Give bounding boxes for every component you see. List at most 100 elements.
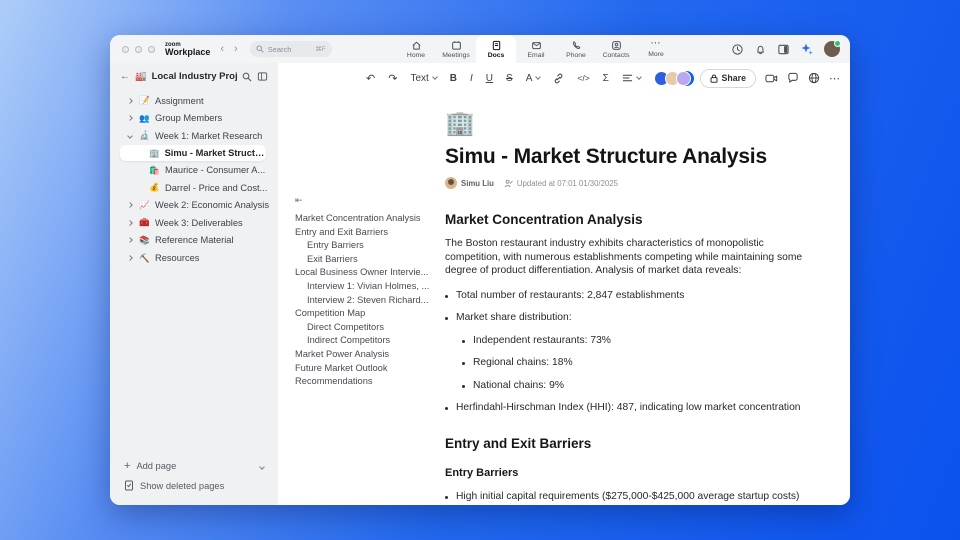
- chevron-right-icon[interactable]: [126, 237, 134, 244]
- chevron-right-icon[interactable]: [126, 220, 134, 226]
- paragraph[interactable]: The Boston restaurant industry exhibits …: [445, 237, 807, 278]
- chat-bubble-icon[interactable]: [787, 72, 799, 84]
- strikethrough-button[interactable]: S: [506, 73, 513, 84]
- sidebar-item-reference-material[interactable]: 📚 Reference Material: [110, 232, 278, 250]
- tab-contacts[interactable]: Contacts: [596, 35, 636, 63]
- section-heading[interactable]: Entry and Exit Barriers: [445, 436, 807, 451]
- outline-item[interactable]: Market Concentration Analysis: [295, 214, 435, 223]
- doc-emoji-icon[interactable]: 🏢: [445, 112, 807, 136]
- text-style-dropdown[interactable]: Text: [410, 73, 438, 84]
- sidebar-item-maurice-doc[interactable]: 🛍️ Maurice - Consumer A...: [110, 161, 278, 179]
- tab-email[interactable]: Email: [516, 35, 556, 63]
- bullet-item[interactable]: High initial capital requirements ($275,…: [445, 491, 807, 502]
- outline-item[interactable]: Entry Barriers: [295, 241, 435, 250]
- chevron-right-icon[interactable]: [126, 97, 134, 104]
- user-avatar[interactable]: [824, 40, 841, 57]
- project-icon: 🏭: [135, 71, 147, 81]
- nav-back-button[interactable]: ‹: [220, 43, 224, 55]
- zoom-window-button[interactable]: [148, 45, 155, 53]
- text-color-dropdown[interactable]: A: [526, 73, 542, 84]
- link-icon[interactable]: [553, 73, 564, 84]
- history-icon[interactable]: [731, 43, 744, 56]
- bullet-item[interactable]: Market share distribution:: [445, 312, 807, 323]
- sidebar-item-simu-doc[interactable]: 🏢 Simu - Market Structur...: [120, 144, 266, 162]
- tab-more[interactable]: ⋯ More: [636, 35, 676, 63]
- outline-collapse-icon[interactable]: ⇤: [295, 195, 435, 206]
- back-arrow-icon[interactable]: ←: [120, 71, 130, 82]
- notifications-bell-icon[interactable]: [754, 43, 767, 56]
- outline-item[interactable]: Direct Competitors: [295, 323, 435, 332]
- underline-button[interactable]: U: [486, 73, 493, 84]
- outline-item[interactable]: Local Business Owner Intervie...: [295, 268, 435, 277]
- sidebar-item-darrel-doc[interactable]: 💰 Darrel - Price and Cost...: [110, 179, 278, 197]
- undo-button[interactable]: ↶: [366, 72, 375, 85]
- outline-item[interactable]: Recommendations: [295, 377, 435, 386]
- section-heading[interactable]: Market Concentration Analysis: [445, 212, 807, 227]
- subsection-heading[interactable]: Entry Barriers: [445, 467, 807, 479]
- bullet-item[interactable]: Herfindahl-Hirschman Index (HHI): 487, i…: [445, 402, 807, 413]
- video-camera-icon[interactable]: [765, 73, 778, 84]
- outline-item[interactable]: Competition Map: [295, 309, 435, 318]
- tab-home[interactable]: Home: [396, 35, 436, 63]
- bullet-item[interactable]: Total number of restaurants: 2,847 estab…: [445, 290, 807, 301]
- code-button[interactable]: </>: [577, 73, 589, 83]
- outline-item[interactable]: Exit Barriers: [295, 255, 435, 264]
- tab-docs[interactable]: Docs: [476, 35, 516, 63]
- chevron-right-icon[interactable]: [126, 202, 134, 209]
- nav-forward-button[interactable]: ›: [234, 43, 238, 55]
- window-controls[interactable]: [122, 45, 155, 53]
- tab-phone[interactable]: Phone: [556, 35, 596, 63]
- collaborator-avatar[interactable]: [675, 70, 691, 86]
- outline-item[interactable]: Entry and Exit Barriers: [295, 228, 435, 237]
- close-window-button[interactable]: [122, 45, 129, 53]
- tab-meetings[interactable]: Meetings: [436, 35, 476, 63]
- bullet-item[interactable]: Regional chains: 18%: [462, 357, 807, 368]
- share-button[interactable]: Share: [699, 68, 756, 88]
- bold-button[interactable]: B: [450, 73, 457, 84]
- tab-label: Home: [406, 51, 426, 59]
- bullet-dot: [445, 495, 448, 499]
- minimize-window-button[interactable]: [135, 45, 142, 53]
- chevron-down-icon[interactable]: [259, 461, 265, 471]
- bullet-item[interactable]: Independent restaurants: 73%: [462, 335, 807, 346]
- ai-companion-sparkle-icon[interactable]: [800, 42, 814, 56]
- sidebar-item-resources[interactable]: ⛏️ Resources: [110, 249, 278, 267]
- italic-button[interactable]: I: [470, 73, 473, 84]
- doc-main-pane: ↶ ↷ Text B I U S A </> Σ + ^: [278, 63, 850, 505]
- outline-item[interactable]: Future Market Outlook: [295, 364, 435, 373]
- sidebar-item-label: Simu - Market Structur...: [164, 148, 266, 159]
- globe-icon[interactable]: [808, 72, 820, 84]
- bullet-text: High initial capital requirements ($275,…: [456, 490, 800, 502]
- doc-title[interactable]: Simu - Market Structure Analysis: [445, 145, 807, 169]
- collaborator-avatars[interactable]: [653, 70, 691, 86]
- outline-item[interactable]: Indirect Competitors: [295, 336, 435, 345]
- updated-timestamp: Updated at 07:01 01/30/2025: [516, 178, 618, 188]
- redo-button[interactable]: ↷: [388, 72, 397, 85]
- bullet-item[interactable]: National chains: 9%: [462, 380, 807, 391]
- outline-item[interactable]: Market Power Analysis: [295, 350, 435, 359]
- chevron-right-icon[interactable]: [126, 115, 134, 122]
- sidebar-item-label: Week 1: Market Research: [155, 130, 263, 141]
- outline-item[interactable]: Interview 1: Vivian Holmes, ...: [295, 282, 435, 291]
- document-body[interactable]: 🏢 Simu - Market Structure Analysis Simu …: [445, 93, 807, 505]
- books-icon: 📚: [139, 234, 150, 245]
- sidebar-item-group-members[interactable]: 👥 Group Members: [110, 110, 278, 128]
- side-panel-icon[interactable]: [777, 43, 790, 56]
- more-options-button[interactable]: ⋯: [829, 72, 840, 85]
- toolbox-icon: 🧰: [139, 217, 150, 228]
- align-dropdown[interactable]: [622, 73, 642, 83]
- sidebar-item-week3[interactable]: 🧰 Week 3: Deliverables: [110, 214, 278, 232]
- search-input[interactable]: Search ⌘F: [249, 41, 332, 57]
- sidebar-item-assignment[interactable]: 📝 Assignment: [110, 92, 278, 110]
- sidebar-item-label: Week 2: Economic Analysis: [155, 200, 270, 211]
- chevron-down-icon[interactable]: [126, 133, 134, 139]
- add-page-button[interactable]: + Add page: [110, 456, 278, 476]
- chevron-right-icon[interactable]: [126, 255, 134, 261]
- sidebar-search-icon[interactable]: [242, 72, 252, 82]
- outline-item[interactable]: Interview 2: Steven Richard...: [295, 296, 435, 305]
- collapse-sidebar-icon[interactable]: [257, 71, 268, 82]
- formula-button[interactable]: Σ: [603, 73, 609, 84]
- show-deleted-pages-button[interactable]: Show deleted pages: [110, 476, 278, 495]
- sidebar-item-week1[interactable]: 🔬 Week 1: Market Research: [110, 127, 278, 145]
- sidebar-item-week2[interactable]: 📈 Week 2: Economic Analysis: [110, 196, 278, 214]
